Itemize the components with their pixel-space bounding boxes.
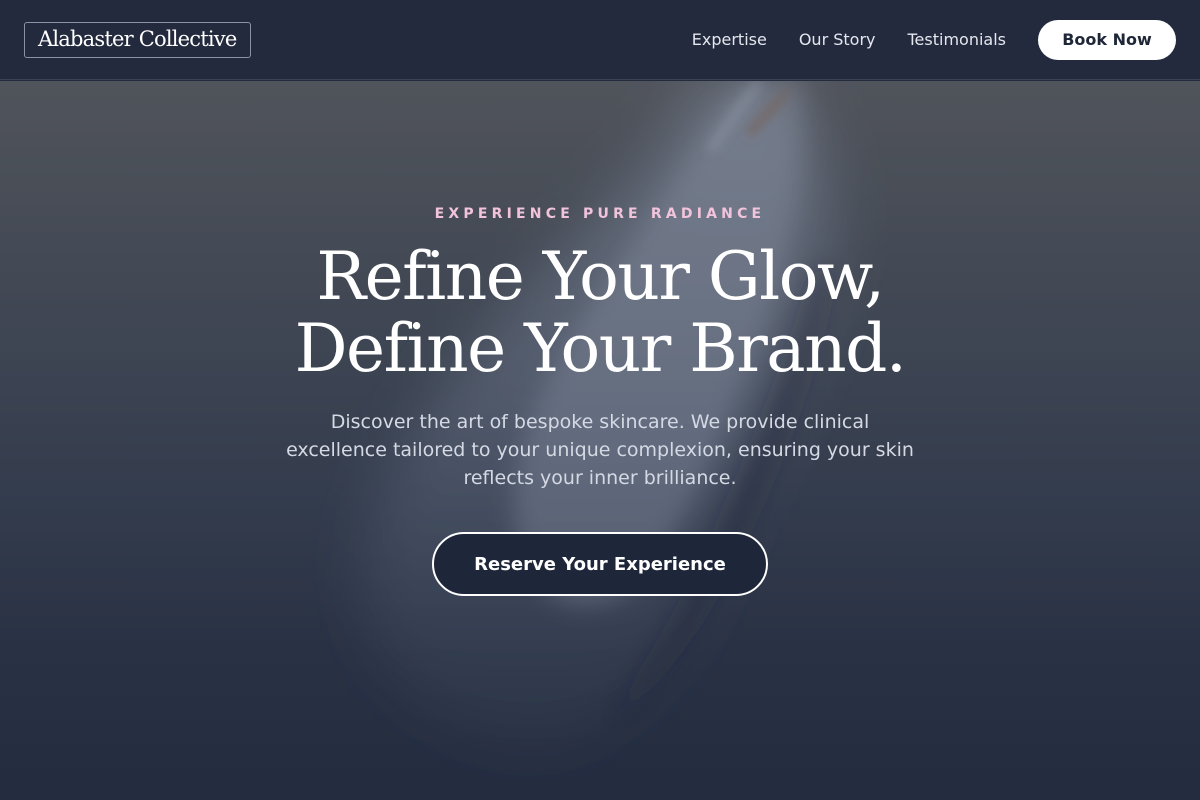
description-line-1: Discover the art of bespoke skincare. We… (330, 411, 870, 433)
nav-link-our-story[interactable]: Our Story (799, 30, 876, 49)
brand-logo[interactable]: Alabaster Collective (24, 21, 251, 58)
headline-line-1: Refine Your Glow, (316, 238, 885, 315)
main-nav: Expertise Our Story Testimonials Book No… (692, 19, 1176, 60)
nav-link-testimonials[interactable]: Testimonials (908, 30, 1007, 49)
description-line-2: excellence tailored to your unique compl… (286, 439, 914, 461)
site-header: Alabaster Collective Expertise Our Story… (0, 0, 1200, 80)
hero-eyebrow: EXPERIENCE PURE RADIANCE (434, 206, 766, 222)
description-line-3: reflects your inner brilliance. (463, 467, 737, 489)
book-now-button[interactable]: Book Now (1038, 19, 1176, 60)
reserve-experience-button[interactable]: Reserve Your Experience (432, 532, 768, 596)
headline-line-2: Define Your Brand. (294, 310, 907, 387)
nav-link-expertise[interactable]: Expertise (692, 30, 767, 49)
hero-description: Discover the art of bespoke skincare. We… (260, 408, 940, 492)
hero-section: EXPERIENCE PURE RADIANCE Refine Your Glo… (0, 81, 1200, 800)
hero-headline: Refine Your Glow, Define Your Brand. (0, 241, 1200, 385)
